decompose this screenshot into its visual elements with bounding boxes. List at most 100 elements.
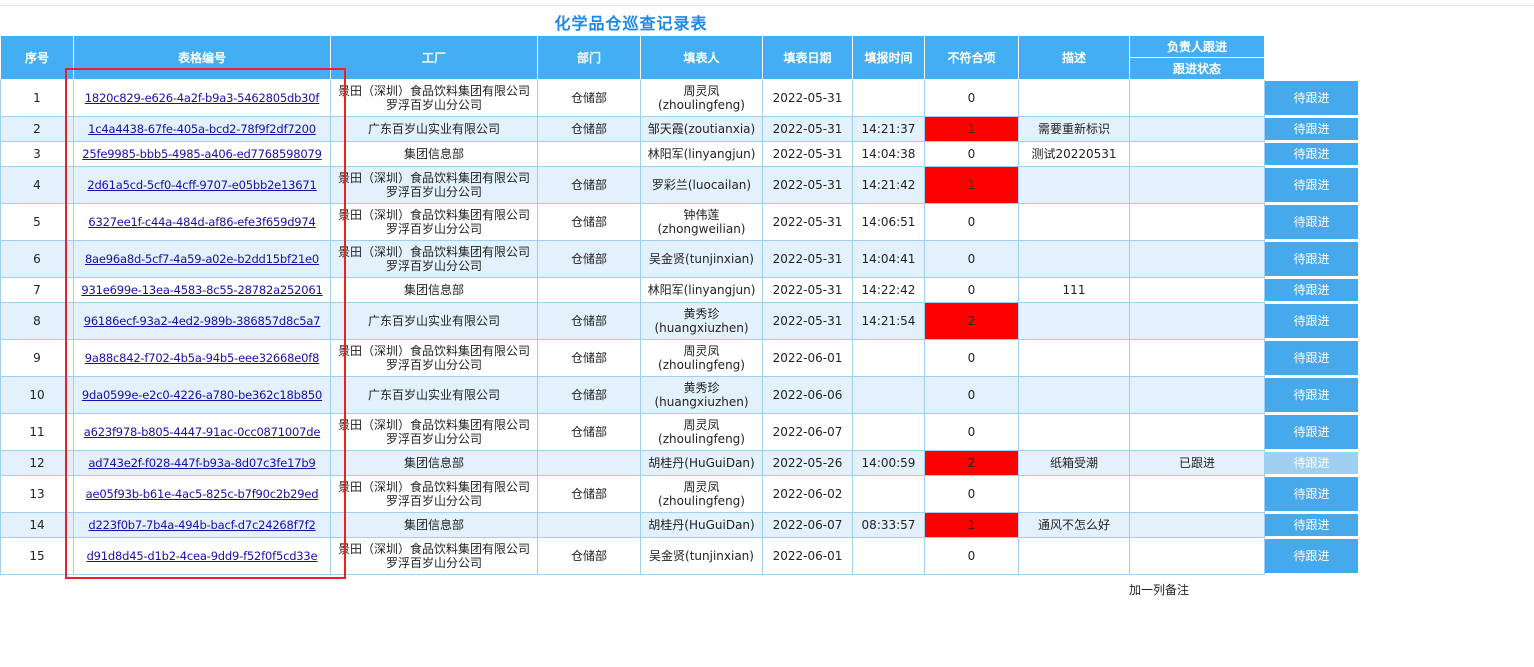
- follow-up-button[interactable]: 待跟进: [1265, 118, 1358, 140]
- form-no-link[interactable]: ad743e2f-f028-447f-b93a-8d07c3fe17b9: [88, 456, 315, 470]
- follow-up-button[interactable]: 待跟进: [1265, 452, 1358, 474]
- cell-seq: 13: [0, 475, 74, 513]
- cell-desc: [1018, 413, 1130, 451]
- cell-follow-status: 已跟进: [1129, 450, 1265, 476]
- page-title: 化学品仓巡查记录表: [554, 14, 708, 33]
- header-blank: [1264, 35, 1359, 80]
- cell-follow-status: [1129, 376, 1265, 414]
- follow-up-button[interactable]: 待跟进: [1265, 242, 1358, 276]
- form-no-link[interactable]: 1820c829-e626-4a2f-b9a3-5462805db30f: [85, 91, 320, 105]
- cell-filler: 周灵凤(zhoulingfeng): [640, 413, 763, 451]
- header-follow-status: 跟进状态: [1129, 57, 1265, 80]
- cell-factory: 景田（深圳）食品饮料集团有限公司罗浮百岁山分公司: [330, 413, 538, 451]
- cell-fill-date: 2022-05-31: [762, 116, 853, 142]
- follow-up-button[interactable]: 待跟进: [1265, 341, 1358, 375]
- cell-desc: [1018, 203, 1130, 241]
- cell-filler: 周灵凤(zhoulingfeng): [640, 475, 763, 513]
- cell-seq: 5: [0, 203, 74, 241]
- form-no-link[interactable]: ae05f93b-b61e-4ac5-825c-b7f90c2b29ed: [86, 487, 319, 501]
- form-no-link[interactable]: d91d8d45-d1b2-4cea-9dd9-f52f0f5cd33e: [87, 549, 318, 563]
- cell-filler: 周灵凤(zhoulingfeng): [640, 79, 763, 117]
- cell-nonconform: 0: [924, 339, 1019, 377]
- cell-seq: 7: [0, 277, 74, 303]
- form-no-link[interactable]: d223f0b7-7b4a-494b-bacf-d7c24268f7f2: [88, 518, 315, 532]
- header-fill-date: 填表日期: [762, 35, 853, 80]
- cell-dept: 仓储部: [537, 240, 641, 278]
- cell-filler: 黄秀珍(huangxiuzhen): [640, 376, 763, 414]
- header-report-time: 填报时间: [852, 35, 925, 80]
- header-seq: 序号: [0, 35, 74, 80]
- cell-factory: 集团信息部: [330, 277, 538, 303]
- cell-form-no: ad743e2f-f028-447f-b93a-8d07c3fe17b9: [73, 450, 331, 476]
- inspection-table: 序号 表格编号 工厂 部门 填表人 填表日期 填报时间 不符合项 描述 负责人跟…: [0, 35, 1359, 575]
- follow-up-button[interactable]: 待跟进: [1265, 205, 1358, 239]
- cell-report-time: 14:21:37: [852, 116, 925, 142]
- form-no-link[interactable]: 931e699e-13ea-4583-8c55-28782a252061: [81, 283, 322, 297]
- follow-up-button[interactable]: 待跟进: [1265, 539, 1358, 573]
- cell-follow-status: [1129, 203, 1265, 241]
- follow-up-button[interactable]: 待跟进: [1265, 304, 1358, 338]
- cell-seq: 9: [0, 339, 74, 377]
- cell-action: 待跟进: [1264, 302, 1359, 340]
- cell-factory: 景田（深圳）食品饮料集团有限公司罗浮百岁山分公司: [330, 203, 538, 241]
- cell-nonconform: 2: [924, 450, 1019, 476]
- follow-up-button[interactable]: 待跟进: [1265, 477, 1358, 511]
- table-row: 15 d91d8d45-d1b2-4cea-9dd9-f52f0f5cd33e 景田…: [0, 537, 1359, 575]
- form-no-link[interactable]: 2d61a5cd-5cf0-4cff-9707-e05bb2e13671: [87, 178, 317, 192]
- cell-factory: 广东百岁山实业有限公司: [330, 116, 538, 142]
- form-no-link[interactable]: a623f978-b805-4447-91ac-0cc0871007de: [84, 425, 321, 439]
- cell-fill-date: 2022-06-01: [762, 339, 853, 377]
- cell-report-time: 14:21:54: [852, 302, 925, 340]
- cell-form-no: d223f0b7-7b4a-494b-bacf-d7c24268f7f2: [73, 512, 331, 538]
- cell-fill-date: 2022-05-31: [762, 166, 853, 204]
- cell-seq: 2: [0, 116, 74, 142]
- cell-form-no: 931e699e-13ea-4583-8c55-28782a252061: [73, 277, 331, 303]
- form-no-link[interactable]: 25fe9985-bbb5-4985-a406-ed7768598079: [82, 147, 322, 161]
- cell-seq: 6: [0, 240, 74, 278]
- cell-form-no: ae05f93b-b61e-4ac5-825c-b7f90c2b29ed: [73, 475, 331, 513]
- cell-action: 待跟进: [1264, 537, 1359, 575]
- follow-up-button[interactable]: 待跟进: [1265, 143, 1358, 165]
- cell-desc: [1018, 376, 1130, 414]
- cell-report-time: 14:06:51: [852, 203, 925, 241]
- cell-form-no: 1c4a4438-67fe-405a-bcd2-78f9f2df7200: [73, 116, 331, 142]
- follow-up-button[interactable]: 待跟进: [1265, 514, 1358, 536]
- cell-fill-date: 2022-05-31: [762, 240, 853, 278]
- table-row: 7 931e699e-13ea-4583-8c55-28782a252061 集团信…: [0, 277, 1359, 303]
- cell-action: 待跟进: [1264, 450, 1359, 476]
- form-no-link[interactable]: 96186ecf-93a2-4ed2-989b-386857d8c5a7: [84, 314, 321, 328]
- cell-fill-date: 2022-06-06: [762, 376, 853, 414]
- follow-up-button[interactable]: 待跟进: [1265, 168, 1358, 202]
- form-no-link[interactable]: 6327ee1f-c44a-484d-af86-efe3f659d974: [88, 215, 316, 229]
- cell-report-time: 14:21:42: [852, 166, 925, 204]
- cell-desc: 需要重新标识: [1018, 116, 1130, 142]
- header-factory: 工厂: [330, 35, 538, 80]
- table-row: 12 ad743e2f-f028-447f-b93a-8d07c3fe17b9 集团…: [0, 450, 1359, 476]
- cell-nonconform: 0: [924, 79, 1019, 117]
- follow-up-button[interactable]: 待跟进: [1265, 415, 1358, 449]
- cell-filler: 吴金贤(tunjinxian): [640, 240, 763, 278]
- cell-report-time: [852, 79, 925, 117]
- follow-up-button[interactable]: 待跟进: [1265, 378, 1358, 412]
- follow-up-button[interactable]: 待跟进: [1265, 81, 1358, 115]
- cell-filler: 钟伟莲(zhongweilian): [640, 203, 763, 241]
- form-no-link[interactable]: 9da0599e-e2c0-4226-a780-be362c18b850: [82, 388, 322, 402]
- cell-seq: 11: [0, 413, 74, 451]
- cell-form-no: 1820c829-e626-4a2f-b9a3-5462805db30f: [73, 79, 331, 117]
- cell-factory: 景田（深圳）食品饮料集团有限公司罗浮百岁山分公司: [330, 537, 538, 575]
- cell-form-no: 8ae96a8d-5cf7-4a59-a02e-b2dd15bf21e0: [73, 240, 331, 278]
- cell-follow-status: [1129, 240, 1265, 278]
- form-no-link[interactable]: 8ae96a8d-5cf7-4a59-a02e-b2dd15bf21e0: [85, 252, 319, 266]
- cell-form-no: a623f978-b805-4447-91ac-0cc0871007de: [73, 413, 331, 451]
- follow-up-button[interactable]: 待跟进: [1265, 279, 1358, 301]
- table-row: 1 1820c829-e626-4a2f-b9a3-5462805db30f 景田（…: [0, 79, 1359, 117]
- form-no-link[interactable]: 9a88c842-f702-4b5a-94b5-eee32668e0f8: [85, 351, 320, 365]
- form-no-link[interactable]: 1c4a4438-67fe-405a-bcd2-78f9f2df7200: [88, 122, 316, 136]
- cell-action: 待跟进: [1264, 277, 1359, 303]
- cell-follow-status: [1129, 302, 1265, 340]
- cell-action: 待跟进: [1264, 376, 1359, 414]
- cell-dept: [537, 450, 641, 476]
- table-row: 9 9a88c842-f702-4b5a-94b5-eee32668e0f8 景田（…: [0, 339, 1359, 377]
- cell-desc: 纸箱受潮: [1018, 450, 1130, 476]
- cell-desc: [1018, 475, 1130, 513]
